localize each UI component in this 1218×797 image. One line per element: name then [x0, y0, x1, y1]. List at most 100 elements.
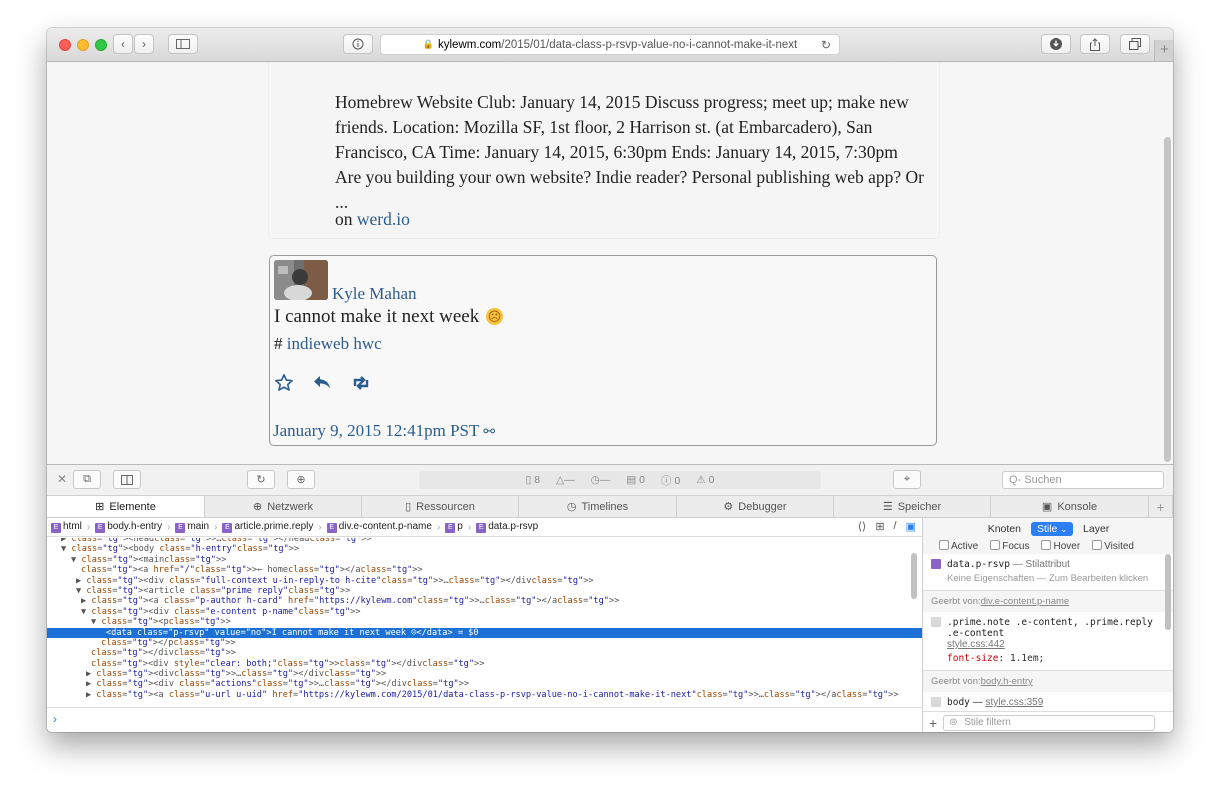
css-property[interactable]: font-size	[947, 653, 998, 664]
breadcrumb-item[interactable]: Ediv.e-content.p-name	[326, 521, 432, 533]
css-value[interactable]: 1.1em;	[1010, 653, 1044, 664]
state-active-checkbox[interactable]: Active	[939, 540, 978, 554]
errors-count[interactable]: ⓘ 0	[661, 473, 680, 488]
element-icon: E	[51, 523, 61, 533]
dom-node[interactable]: ▼ class="tg"><div class="e-content p-nam…	[47, 607, 922, 617]
dom-tree-scrollbar[interactable]	[911, 553, 917, 599]
permalink-date[interactable]: January 9, 2015 12:41pm PST	[273, 421, 479, 440]
reply-tags: # indieweb hwc	[274, 334, 382, 354]
layout-grid-icon[interactable]: ⊞	[875, 520, 884, 533]
reply-arrow-icon[interactable]	[312, 373, 332, 393]
style-rule[interactable]: .prime.note .e-content, .prime.reply .e-…	[923, 612, 1173, 671]
dom-node[interactable]: ▶ class="tg"><a class="u-url u-uid" href…	[47, 690, 922, 700]
style-rule[interactable]: body — style.css:359	[923, 692, 1173, 713]
sidebar-scrollbar[interactable]	[1165, 554, 1171, 630]
source-link[interactable]: werd.io	[357, 209, 410, 229]
inspect-element-button[interactable]: ⌖	[893, 470, 921, 489]
inspector-search-input[interactable]: Q- Suchen	[1002, 471, 1164, 489]
inherited-label: Geerbt von:	[931, 596, 981, 607]
warnings-count[interactable]: ⚠ 0	[696, 474, 714, 486]
breadcrumb-separator: ›	[214, 521, 218, 533]
add-rule-icon[interactable]: +	[929, 715, 937, 731]
styles-filter-input[interactable]: ⊜ Stile filtern	[943, 714, 1156, 731]
repost-icon[interactable]	[350, 373, 372, 393]
downloads-button[interactable]	[1041, 34, 1071, 54]
dom-node[interactable]: class="tg"><div style="clear: both;"clas…	[47, 659, 922, 669]
rule-source-link[interactable]: style.css:442	[947, 639, 1005, 650]
dom-node[interactable]: ▶ class="tg"><div class="actions"class="…	[47, 679, 922, 689]
dom-node[interactable]: class="tg"><a href="/"class="tg">>← home…	[47, 565, 922, 575]
minimize-window-button[interactable]	[77, 39, 89, 51]
close-inspector-icon[interactable]: ✕	[57, 472, 67, 486]
dom-node[interactable]: ▼ class="tg"><article class="prime reply…	[47, 586, 922, 596]
source-code-icon[interactable]: ⟨⟩	[858, 520, 867, 533]
breadcrumb-item[interactable]: Ehtml	[51, 521, 82, 533]
dom-node[interactable]: ▼ class="tg"><pclass="tg">>	[47, 617, 922, 627]
author-name[interactable]: Kyle Mahan	[332, 284, 417, 304]
dom-node[interactable]: ▼ class="tg"><body class="h-entry"class=…	[47, 544, 922, 554]
style-rule-inline[interactable]: data.p-rsvp — Stilattribut Keine Eigensc…	[923, 554, 1173, 591]
state-label: Focus	[1002, 541, 1030, 552]
resources-icon: ▯	[405, 501, 412, 513]
dom-node[interactable]: class="tg"></divclass="tg">>	[47, 648, 922, 658]
tab-resources[interactable]: ▯ Ressourcen	[362, 496, 519, 517]
tabs-overview-button[interactable]	[1120, 34, 1150, 54]
breadcrumb-item[interactable]: Ep	[445, 521, 463, 533]
dom-node-selected[interactable]: <data class="p-rsvp" value="no">I cannot…	[47, 627, 922, 638]
reply-actions	[274, 373, 372, 393]
reply-text: I cannot make it next week	[274, 306, 480, 327]
dom-node[interactable]: ▶ class="tg"><divclass="tg">>…class="tg"…	[47, 669, 922, 679]
zoom-window-button[interactable]	[95, 39, 107, 51]
address-bar[interactable]: 🔒 kylewm.com/2015/01/data-class-p-rsvp-v…	[380, 34, 840, 55]
tab-nodes[interactable]: Knoten	[988, 523, 1021, 535]
tab-console[interactable]: ▣ Konsole	[991, 496, 1149, 517]
element-icon: E	[175, 523, 186, 533]
sidebar-toggle-icon[interactable]: ▣	[906, 520, 916, 533]
sidebar-toggle-button[interactable]	[168, 34, 198, 54]
crosshair-icon: ⌖	[903, 473, 911, 485]
reader-button[interactable]	[343, 34, 373, 54]
inherited-source-link[interactable]: body.h-entry	[981, 676, 1033, 687]
page-scrollbar[interactable]	[1164, 137, 1171, 462]
permalink[interactable]: January 9, 2015 12:41pm PST ⚯	[273, 421, 495, 441]
download-archive-button[interactable]: ⊕	[287, 470, 315, 489]
tab-elements[interactable]: ⊞ Elemente	[47, 496, 205, 517]
tab-styles[interactable]: Stile ⌄	[1030, 522, 1074, 536]
resources-count[interactable]: ▯ 8	[526, 474, 541, 486]
back-button[interactable]: ‹	[113, 34, 133, 54]
state-hover-checkbox[interactable]: Hover	[1041, 540, 1080, 554]
rule-source-link[interactable]: style.css:359	[985, 697, 1043, 708]
forward-button[interactable]: ›	[134, 34, 154, 54]
web-page: Homebrew Website Club: January 14, 2015 …	[47, 62, 1173, 463]
breadcrumb-item[interactable]: Earticle.prime.reply	[222, 521, 313, 533]
tab-layers[interactable]: Layer	[1083, 523, 1109, 535]
breadcrumb-item[interactable]: Edata.p-rsvp	[476, 521, 538, 533]
dom-node[interactable]: class="tg"></pclass="tg">>	[47, 638, 922, 648]
state-focus-checkbox[interactable]: Focus	[990, 540, 1029, 554]
dom-node[interactable]: ▶ class="tg"><a class="p-author h-card" …	[47, 596, 922, 606]
favorite-star-icon[interactable]	[274, 373, 294, 393]
breadcrumb-item[interactable]: Ebody.h-entry	[95, 521, 162, 533]
avatar[interactable]	[274, 260, 328, 300]
inherited-source-link[interactable]: div.e-content.p-name	[981, 596, 1070, 607]
pencil-icon[interactable]: /	[894, 520, 897, 533]
tag-links[interactable]: indieweb hwc	[287, 334, 382, 353]
share-button[interactable]	[1080, 34, 1110, 54]
reload-page-button[interactable]: ↻	[247, 470, 275, 489]
state-visited-checkbox[interactable]: Visited	[1092, 540, 1134, 554]
reload-icon[interactable]: ↻	[821, 38, 831, 52]
logs-count[interactable]: ▤ 0	[626, 474, 645, 486]
dock-side-button[interactable]	[113, 470, 141, 489]
console-prompt[interactable]: ›	[47, 707, 928, 732]
tab-network[interactable]: ⊕ Netzwerk	[205, 496, 362, 517]
dom-node[interactable]: ▶ class="tg"><div class="full-context u-…	[47, 576, 922, 586]
close-window-button[interactable]	[59, 39, 71, 51]
detach-button[interactable]: ⧉	[73, 470, 101, 489]
tab-timelines[interactable]: ◷ Timelines	[519, 496, 677, 517]
add-tab-button[interactable]: +	[1149, 496, 1173, 517]
new-tab-button[interactable]: +	[1154, 40, 1173, 61]
dom-node[interactable]: ▼ class="tg"><mainclass="tg">>	[47, 555, 922, 565]
breadcrumb-item[interactable]: Emain	[175, 521, 209, 533]
tab-storage[interactable]: ☰ Speicher	[834, 496, 991, 517]
tab-debugger[interactable]: ⚙ Debugger	[677, 496, 834, 517]
